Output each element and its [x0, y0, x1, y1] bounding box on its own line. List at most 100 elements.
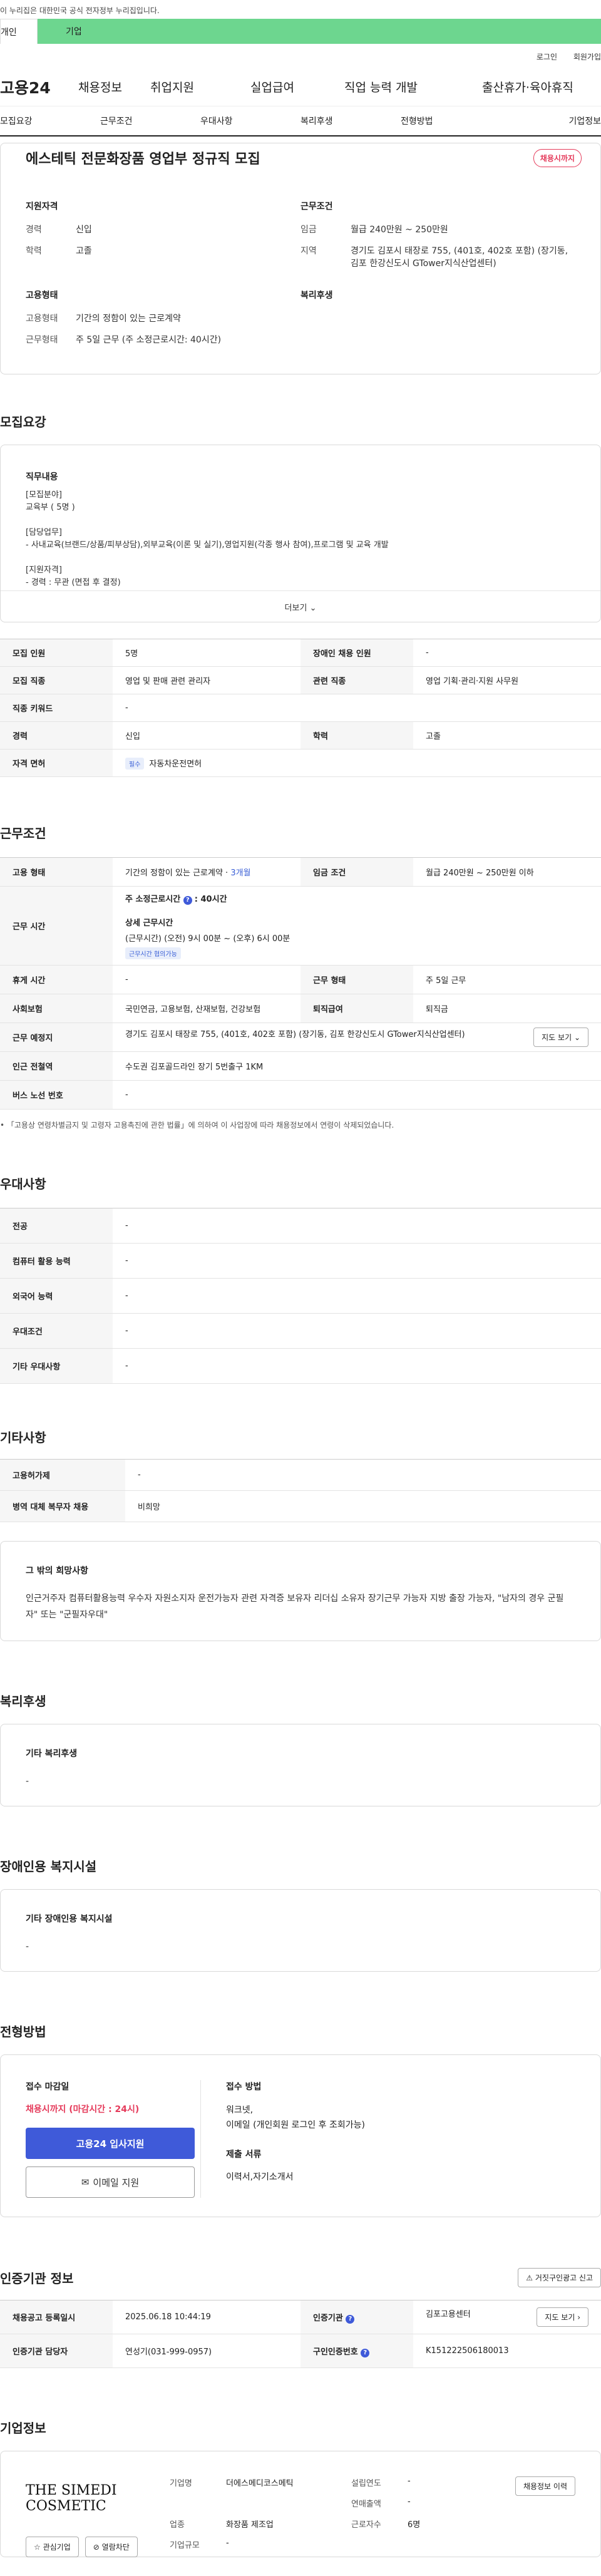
table-header-cell: 병역 대체 복무자 채용 [0, 1490, 125, 1522]
info-icon[interactable]: ? [183, 896, 192, 905]
table-cell: - [113, 1348, 601, 1384]
table-header-cell: 외국어 능력 [0, 1278, 113, 1314]
table-cell: 국민연금, 고용보험, 산재보험, 건강보험 [113, 994, 300, 1023]
table-cell: - [113, 1278, 601, 1314]
deadline-value: 채용시까지 (마감시간 : 24시) [26, 2105, 140, 2115]
table-cell: 필수 자동차운전면허 [113, 749, 601, 777]
table-header-cell: 인근 전철역 [0, 1051, 113, 1081]
table-header-cell: 구인인증번호 ? [300, 2334, 413, 2368]
table-header-cell: 퇴직급여 [300, 994, 413, 1023]
email-apply-button[interactable]: ✉ 이메일 지원 [26, 2166, 195, 2198]
tab-selection[interactable]: 전형방법 [401, 115, 501, 127]
table-cell: 고졸 [413, 721, 601, 750]
week-hours-label: 주 소정근로시간 [125, 895, 183, 904]
gnb-item-unemployment-benefit[interactable]: 실업급여 [250, 78, 344, 95]
table-cell: 기간의 정함이 있는 근로계약 · 3개월 [113, 857, 300, 887]
emp-type-value: 기간의 정함이 있는 근로계약 [76, 314, 181, 324]
job-detail-title: 직무내용 [26, 472, 58, 482]
recruit-table: 모집 인원 5명 장애인 채용 인원 - 모집 직종 영업 및 판매 관련 관리… [0, 639, 601, 777]
tab-welfare[interactable]: 복리후생 [300, 115, 401, 127]
report-icon: ⚠ [526, 2273, 533, 2282]
table-cell: - [113, 965, 300, 994]
welfare-box: 기타 복리후생 - [0, 1724, 601, 1806]
table-row: 직종 키워드 - [0, 694, 601, 722]
other-wishes-text: 인근거주자 컴퓨터활용능력 우수자 자원소지자 운전가능자 관련 자격증 보유자… [26, 1594, 564, 1620]
table-row: 우대조건 - [0, 1313, 601, 1349]
gnb-item-jobs[interactable]: 채용정보 [78, 78, 150, 95]
table-row: 외국어 능력 - [0, 1278, 601, 1314]
table-cell: 월급 240만원 ~ 250만원 이하 [413, 857, 601, 887]
star-icon: ☆ [34, 2543, 41, 2552]
table-header-cell: 인증기관 ? [300, 2300, 413, 2334]
table-cell: - [113, 1208, 601, 1244]
welfare-value: - [26, 1776, 29, 1786]
favorite-label: 관심기업 [43, 2543, 71, 2552]
table-row: 자격 면허 필수 자동차운전면허 [0, 749, 601, 777]
recruit-heading: 모집요강 [0, 415, 46, 430]
table-header-cell: 전공 [0, 1208, 113, 1244]
block-view-button[interactable]: ⊘ 열람차단 [85, 2537, 138, 2557]
disabled-facility-heading: 장애인용 복지시설 [0, 1859, 97, 1874]
table-cell: K151222506180013 [413, 2334, 601, 2368]
signup-link[interactable]: 회원가입 [573, 53, 601, 61]
edu-value: 고졸 [76, 246, 92, 256]
company-heading: 기업정보 [0, 2421, 46, 2436]
table-header-cell: 관련 직종 [300, 666, 413, 694]
tab-conditions[interactable]: 근무조건 [100, 115, 200, 127]
tab-company[interactable]: 기업 [38, 19, 601, 44]
map-button[interactable]: 지도 보기 ⌄ [533, 1028, 588, 1047]
table-header-cell: 채용공고 등록일시 [0, 2300, 113, 2334]
cert-no-label: 구인인증번호 [313, 2347, 358, 2357]
table-row: 채용공고 등록일시 2025.06.18 10:44:19 인증기관 ? 김포고… [0, 2300, 601, 2334]
section-tabs: 모집요강 근무조건 우대사항 복리후생 전형방법 기업정보 [0, 106, 601, 137]
table-header-cell: 고용허가제 [0, 1459, 125, 1491]
hiring-history-button[interactable]: 채용정보 이력 [515, 2476, 575, 2496]
table-row: 휴게 시간 - 근무 형태 주 5일 근무 [0, 965, 601, 994]
apply-button[interactable]: 고용24 입사지원 [26, 2128, 195, 2159]
license-value: 자동차운전면허 [149, 759, 202, 769]
week-hours-value: 40시간 [200, 895, 227, 904]
favorite-company-button[interactable]: ☆ 관심기업 [26, 2537, 79, 2557]
emp-months: 3개월 [230, 868, 251, 878]
table-header-cell: 장애인 채용 인원 [300, 639, 413, 667]
info-icon[interactable]: ? [346, 2314, 355, 2324]
table-cell: 비희망 [125, 1490, 601, 1522]
cert-map-button[interactable]: 지도 보기 › [537, 2307, 588, 2327]
tab-company-info[interactable]: 기업정보 [501, 115, 601, 127]
flex-tag: 근무시간 협의가능 [125, 947, 181, 959]
report-fake-ad-button[interactable]: ⚠ 거짓구인광고 신고 [518, 2267, 601, 2287]
table-header-cell: 휴게 시간 [0, 965, 113, 994]
cert-org-label: 인증기관 [313, 2313, 343, 2323]
job-detail-box: 직무내용 [모집분야] 교육부 ( 5명 ) [담당업무] - 사내교육(브랜드… [0, 445, 601, 622]
info-icon[interactable]: ? [361, 2348, 370, 2357]
job-detail-line: - 사내교육(브랜드/상품/피부상담),외부교육(이론 및 실기),영업지원(각… [26, 540, 389, 550]
table-cell: 퇴직금 [413, 994, 601, 1023]
email-apply-label: 이메일 지원 [93, 2177, 140, 2188]
table-row: 전공 - [0, 1208, 601, 1244]
table-header-cell: 기타 우대사항 [0, 1348, 113, 1384]
more-label: 더보기 [284, 604, 307, 613]
gnb-item-job-training[interactable]: 직업 능력 개발 [344, 78, 482, 95]
job-title: 에스테틱 전문화장품 영업부 정규직 모집 [26, 152, 260, 167]
selection-heading: 전형방법 [0, 2024, 46, 2039]
table-header-cell: 모집 인원 [0, 639, 113, 667]
tab-individual[interactable]: 개인 [0, 19, 38, 44]
more-button[interactable]: 더보기 ⌄ [1, 590, 600, 622]
tab-preference[interactable]: 우대사항 [200, 115, 300, 127]
login-link[interactable]: 로그인 [537, 53, 557, 61]
table-header-cell: 인증기관 담당자 [0, 2334, 113, 2368]
tab-recruit[interactable]: 모집요강 [0, 115, 100, 127]
docs-value: 이력서,자기소개서 [226, 2172, 294, 2182]
table-header-cell: 학력 [300, 721, 413, 750]
career-label: 경력 [26, 225, 42, 235]
gnb-item-parental-leave[interactable]: 출산휴가·육아휴직 [482, 78, 601, 95]
method-title: 접수 방법 [226, 2082, 262, 2092]
gnb-item-employment-support[interactable]: 취업지원 [150, 78, 250, 95]
job-summary-card: 에스테틱 전문화장품 영업부 정규직 모집 채용시까지 지원자격 경력 신입 학력… [0, 143, 601, 374]
table-row: 고용허가제 - [0, 1459, 601, 1491]
site-logo[interactable]: 고용24 [0, 76, 78, 98]
table-row: 병역 대체 복무자 채용 비희망 [0, 1490, 601, 1522]
table-cell: - [125, 1459, 601, 1491]
table-header-cell: 모집 직종 [0, 666, 113, 694]
etc-heading: 기타사항 [0, 1430, 46, 1445]
